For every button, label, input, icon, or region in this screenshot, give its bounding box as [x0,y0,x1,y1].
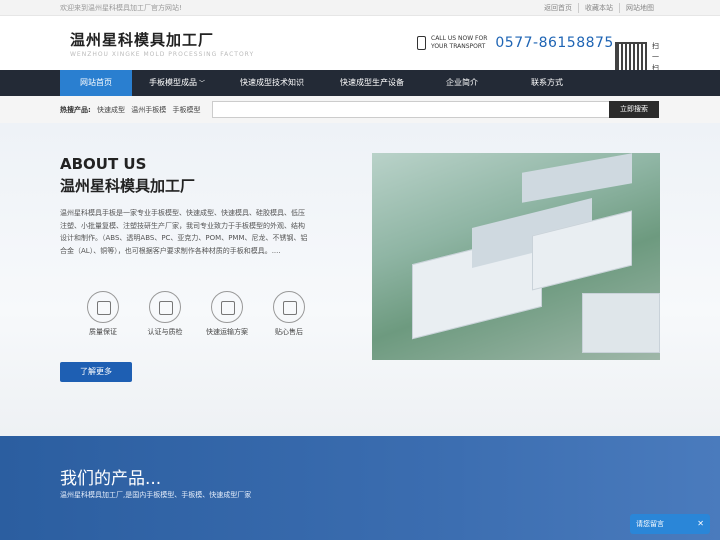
brand-name: 温州星科模具加工厂 [70,31,215,49]
top-bar: 欢迎来到温州星科模具加工厂官方网站! 返回首页 收藏本站 网站地图 [0,0,720,16]
headset-icon [273,291,305,323]
feature-list: 质量保证 认证与质检 快速运输方案 贴心售后 [72,291,320,337]
hot-label: 热搜产品: [60,106,91,114]
hot-products: 热搜产品: 快速成型 温州手板模 手板模型 [60,105,201,115]
feature-label: 认证与质检 [147,328,183,336]
link-home[interactable]: 返回首页 [538,3,578,13]
hot-item[interactable]: 温州手板模 [131,106,166,114]
learn-more-button[interactable]: 了解更多 [60,362,132,382]
nav-about[interactable]: 企业简介 [422,70,502,96]
search-button[interactable]: 立即搜索 [609,101,659,118]
call-line-1: CALL US NOW FOR [431,35,488,42]
close-icon[interactable]: ✕ [697,514,704,534]
chat-label: 请您留言 [636,520,664,528]
nav-products-label: 手板模型成品 [148,78,197,87]
feature-cert: 认证与质检 [134,291,196,337]
nav-knowledge[interactable]: 快速成型技术知识 [222,70,322,96]
phone-icon [417,36,426,50]
shield-icon [149,291,181,323]
hot-item[interactable]: 快速成型 [97,106,125,114]
feature-service: 贴心售后 [258,291,320,337]
truck-icon [211,291,243,323]
nav-contact[interactable]: 联系方式 [502,70,592,96]
feature-quality: 质量保证 [72,291,134,337]
products-subtitle: 温州星科模具加工厂,是国内手板模型、手板模、快速成型厂家 [60,491,252,499]
brand-name-en: WENZHOU XINGKE MOLD PROCESSING FACTORY [70,51,255,58]
factory-image [372,153,660,360]
main-nav: 网站首页 手板模型成品 ﹀ 快速成型技术知识 快速成型生产设备 企业简介 联系方式 [0,70,720,96]
link-bookmark[interactable]: 收藏本站 [578,3,619,13]
products-title: 我们的产品... [60,469,162,489]
call-text: CALL US NOW FOR YOUR TRANSPORT [431,35,487,51]
chart-icon [87,291,119,323]
chevron-down-icon: ﹀ [198,80,205,87]
welcome-text: 欢迎来到温州星科模具加工厂官方网站! [60,4,182,12]
brand[interactable]: 温州星科模具加工厂 WENZHOU XINGKE MOLD PROCESSING… [70,29,254,58]
hot-item[interactable]: 手板模型 [173,106,201,114]
search-input[interactable] [212,101,610,118]
feature-shipping: 快速运输方案 [196,291,258,337]
feature-label: 贴心售后 [275,328,303,336]
call-line-2: YOUR TRANSPORT [431,43,486,50]
search-bar: 热搜产品: 快速成型 温州手板模 手板模型 立即搜索 [0,96,720,123]
top-links: 返回首页 收藏本站 网站地图 [538,3,660,13]
nav-home[interactable]: 网站首页 [60,70,132,96]
header: 温州星科模具加工厂 WENZHOU XINGKE MOLD PROCESSING… [0,16,720,74]
about-text: 温州星科模具手板是一家专业手板模型、快速成型、快速模具、硅胶模具、低压注塑、小批… [60,209,308,255]
nav-equipment[interactable]: 快速成型生产设备 [322,70,422,96]
about-title-cn: 温州星科模具加工厂 [60,177,196,195]
feature-label: 质量保证 [89,328,117,336]
contact-block: CALL US NOW FOR YOUR TRANSPORT 0577-8615… [417,35,614,51]
link-sitemap[interactable]: 网站地图 [619,3,660,13]
phone-number: 0577-86158875 [495,35,614,51]
about-title-en: ABOUT US [60,155,147,173]
feature-label: 快速运输方案 [206,328,248,336]
nav-products[interactable]: 手板模型成品 ﹀ [132,70,222,96]
products-section: 我们的产品... 温州星科模具加工厂,是国内手板模型、手板模、快速成型厂家 [0,436,720,540]
about-section: ABOUT US 温州星科模具加工厂 温州星科模具手板是一家专业手板模型、快速成… [0,123,720,436]
chat-widget[interactable]: 请您留言 ✕ [630,514,710,534]
